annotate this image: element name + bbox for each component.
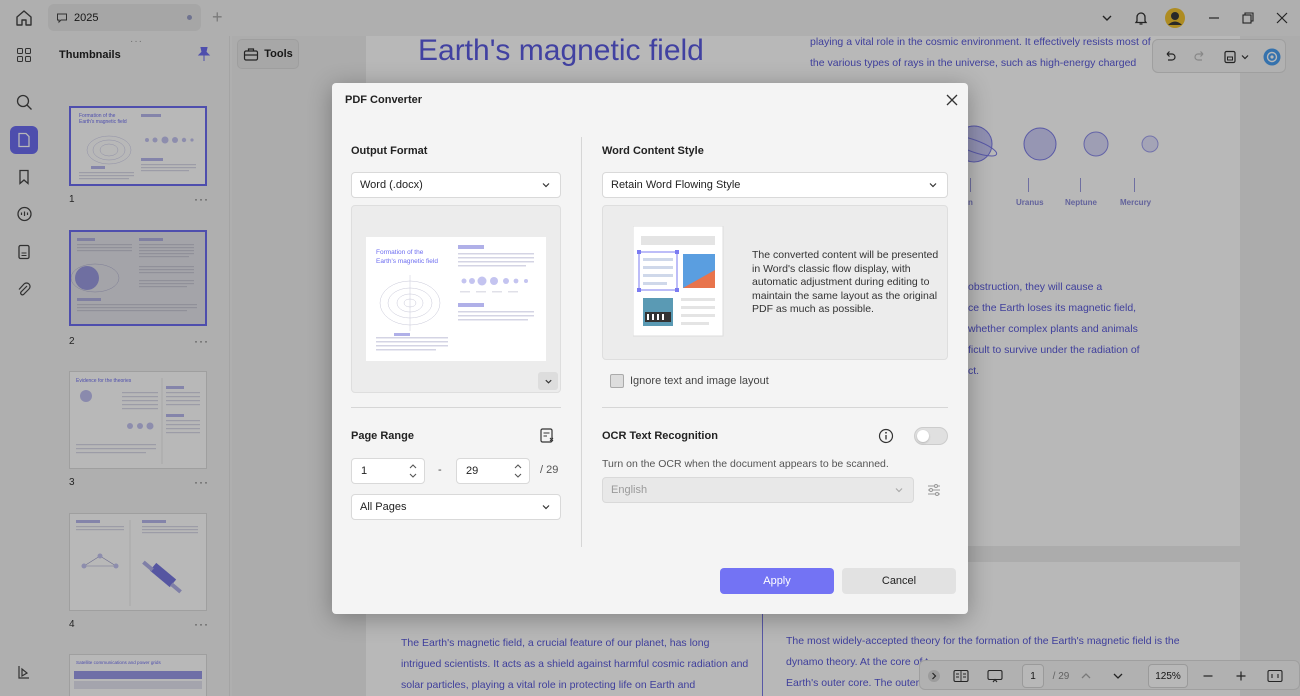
output-format-label: Output Format <box>351 145 428 157</box>
column-divider <box>581 137 582 547</box>
range-separator: - <box>438 464 442 476</box>
style-description: The converted content will be presented … <box>752 249 939 315</box>
ignore-layout-label: Ignore text and image layout <box>630 375 769 387</box>
pdf-converter-dialog: PDF Converter Output Format Word (.docx)… <box>332 83 968 614</box>
page-range-label: Page Range <box>351 430 414 442</box>
page-range-from-input[interactable]: 1 <box>351 458 425 484</box>
chevron-down-icon <box>929 183 937 188</box>
page-range-from-value: 1 <box>361 465 368 477</box>
sliders-icon[interactable] <box>926 482 942 498</box>
page-range-to-value: 29 <box>466 465 479 477</box>
preview-title-2: Earth's magnetic field <box>376 258 438 265</box>
preview-page: Formation of the Earth's magnetic field <box>366 237 546 361</box>
info-icon[interactable] <box>878 428 894 444</box>
chevron-down-icon <box>542 505 550 510</box>
page-range-mode-select[interactable]: All Pages <box>351 494 561 520</box>
ocr-language-select[interactable]: English <box>602 477 914 503</box>
close-icon[interactable] <box>944 92 960 108</box>
chevron-down-icon <box>544 379 552 384</box>
preview-title-1: Formation of the <box>376 249 424 256</box>
page-select-icon[interactable] <box>539 427 557 445</box>
chevron-down-icon <box>895 488 903 493</box>
dialog-title: PDF Converter <box>345 94 423 106</box>
ocr-hint: Turn on the OCR when the document appear… <box>602 458 889 470</box>
word-style-value: Retain Word Flowing Style <box>611 179 741 191</box>
ocr-label: OCR Text Recognition <box>602 430 718 442</box>
flow-layout-illustration <box>633 226 724 337</box>
range-total: / 29 <box>540 464 559 476</box>
divider <box>602 407 948 408</box>
output-format-value: Word (.docx) <box>360 179 423 191</box>
format-preview: Formation of the Earth's magnetic field <box>351 205 561 393</box>
ocr-toggle[interactable] <box>914 427 948 445</box>
output-format-select[interactable]: Word (.docx) <box>351 172 561 198</box>
ignore-layout-checkbox[interactable] <box>610 374 624 388</box>
word-style-select[interactable]: Retain Word Flowing Style <box>602 172 948 198</box>
spinner-icon[interactable] <box>513 462 523 480</box>
preview-expand-button[interactable] <box>538 372 558 390</box>
page-range-to-input[interactable]: 29 <box>456 458 530 484</box>
word-style-label: Word Content Style <box>602 145 704 157</box>
chevron-down-icon <box>542 183 550 188</box>
spinner-icon[interactable] <box>408 462 418 480</box>
divider <box>351 407 561 408</box>
preview-page-content: Formation of the Earth's magnetic field <box>376 245 534 351</box>
apply-button[interactable]: Apply <box>720 568 834 594</box>
page-range-mode-value: All Pages <box>360 501 407 513</box>
cancel-button[interactable]: Cancel <box>842 568 956 594</box>
ocr-language-value: English <box>611 484 648 496</box>
